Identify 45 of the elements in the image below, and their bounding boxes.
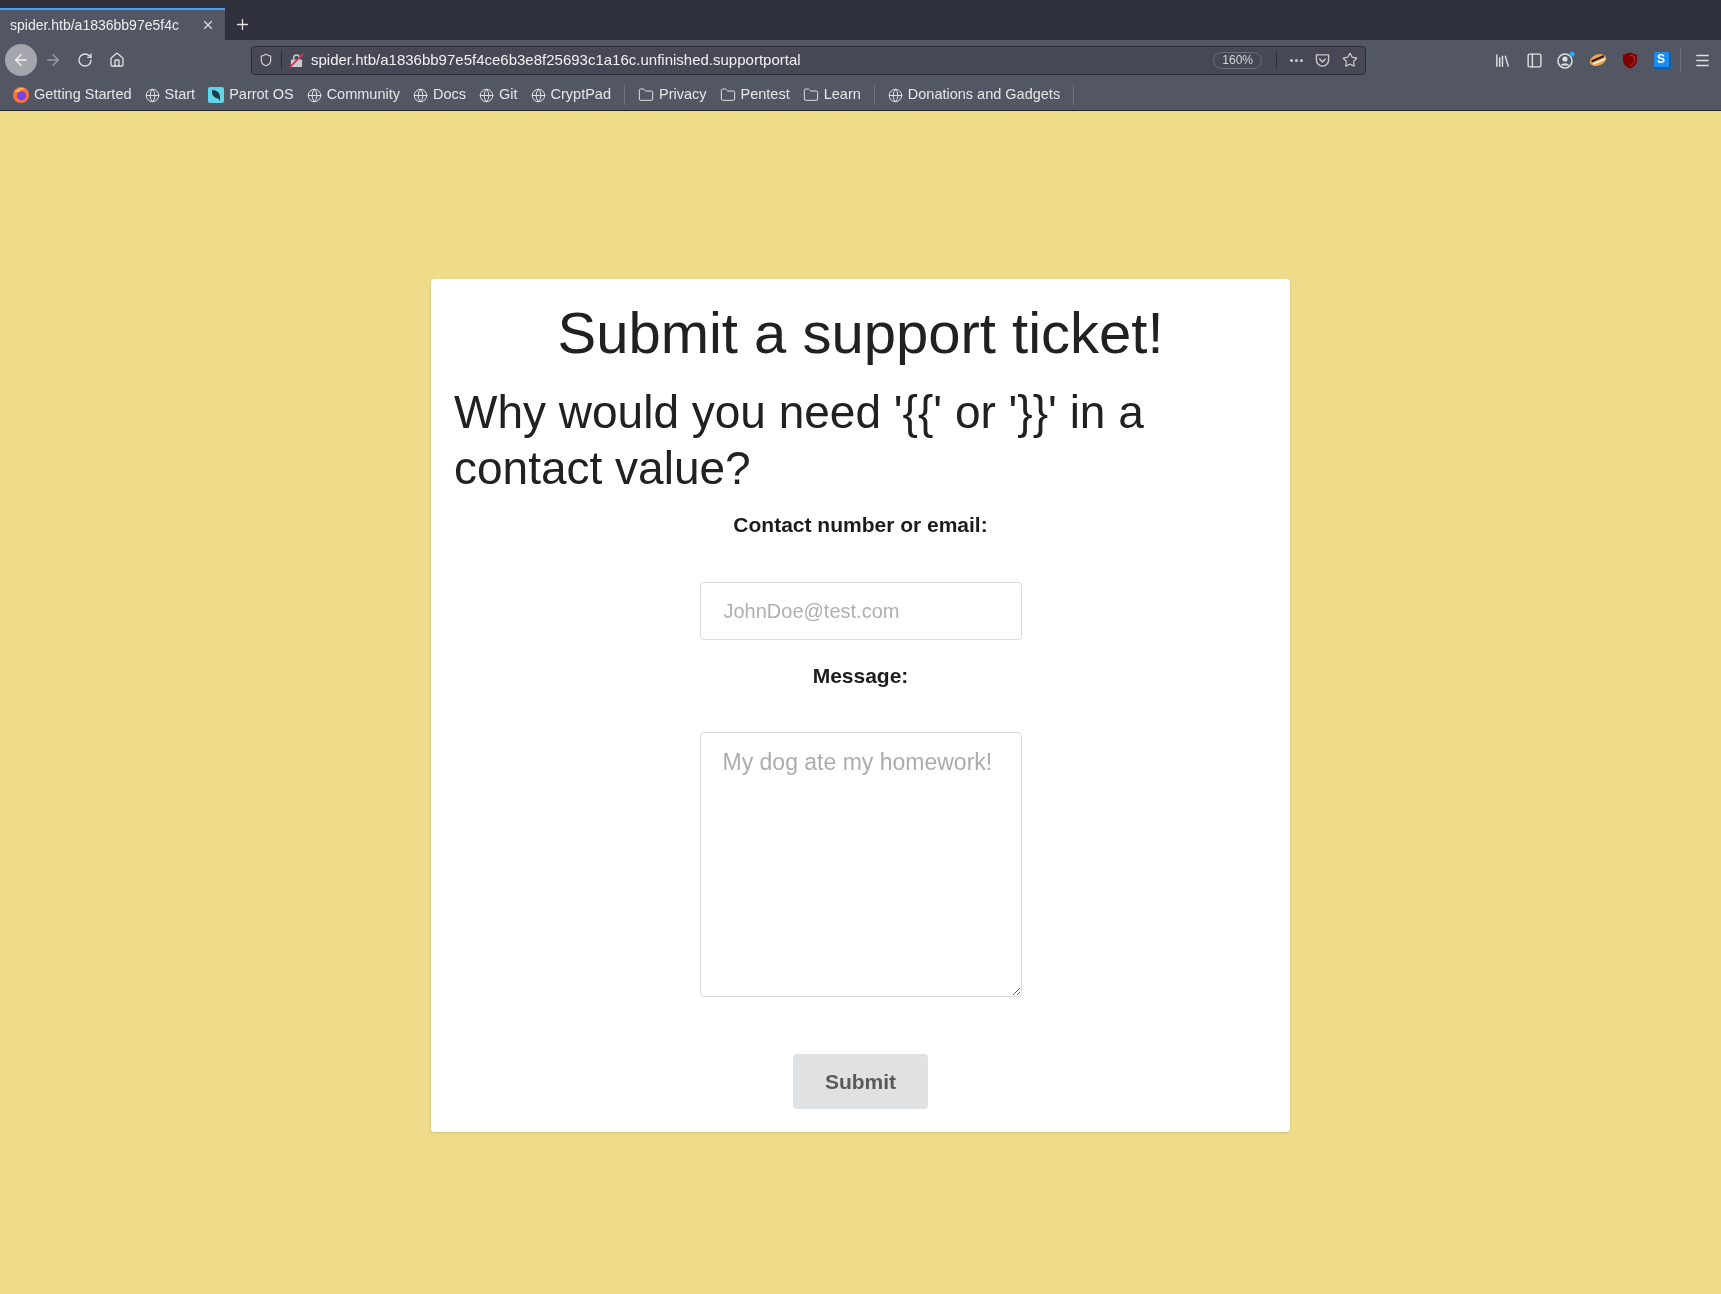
browser-tab[interactable]: spider.htb/a1836bb97e5f4c — [0, 8, 225, 40]
crossed-lock-icon[interactable] — [289, 52, 304, 68]
folder-icon — [719, 87, 736, 103]
extension-button[interactable]: S — [1653, 51, 1671, 69]
bookmark-item[interactable]: Pentest — [719, 84, 790, 106]
bookmark-item[interactable]: Git — [479, 84, 518, 106]
subtitle: Why would you need '{{' or '}}' in a contact value? — [454, 385, 1145, 496]
bookmark-item[interactable]: CryptPad — [530, 84, 611, 106]
user-icon[interactable] — [1557, 51, 1575, 69]
globe-icon — [479, 87, 494, 103]
reload-icon[interactable] — [77, 52, 93, 68]
bookmark-item[interactable]: Start — [144, 84, 196, 106]
bookmark-item[interactable]: Privacy — [638, 84, 707, 106]
leaf-icon — [208, 87, 225, 103]
submit-button[interactable]: Submit — [793, 1054, 928, 1109]
globe-icon — [412, 87, 428, 103]
star-icon[interactable] — [1342, 52, 1358, 68]
sidebar-icon[interactable] — [1525, 51, 1543, 69]
ring-logo-icon — [13, 87, 29, 103]
contact-input[interactable]: JohnDoe@test.com — [699, 582, 1022, 640]
bookmark-item[interactable]: Learn — [802, 84, 861, 106]
chevron-shield-icon[interactable] — [1315, 52, 1330, 68]
bookmark-item[interactable]: Parrot OS — [208, 84, 294, 106]
field-label: Message: — [812, 664, 909, 688]
globe-icon — [306, 87, 322, 103]
bookmark-item[interactable]: Community — [306, 84, 400, 106]
globe-icon — [144, 87, 160, 103]
back-button[interactable] — [5, 44, 37, 76]
address-bar[interactable]: spider.htb/a1836bb97e5f4ce6b3e8f25693c1a16c.unfinished.supportportal 160% — [251, 45, 1366, 75]
url-text: spider.htb/a1836bb97e5f4ce6b3e8f25693c1a16c.unfinished.supportportal — [311, 49, 801, 70]
globe-icon — [530, 87, 546, 103]
shield-icon[interactable] — [259, 53, 273, 67]
message-textarea[interactable]: My dog ate my homework! — [699, 732, 1022, 997]
close-icon[interactable] — [201, 18, 215, 32]
field-label: Contact number or email: — [733, 513, 988, 537]
globe-icon — [887, 87, 903, 103]
home-icon[interactable] — [109, 52, 125, 68]
bookmark-item[interactable]: Donations and Gadgets — [887, 84, 1061, 106]
striped-oval-icon[interactable] — [1589, 52, 1607, 68]
folder-icon — [638, 87, 654, 103]
library-icon[interactable] — [1493, 51, 1511, 69]
page-title: Submit a support ticket! — [557, 301, 1164, 365]
folder-icon — [802, 87, 819, 103]
bookmark-item[interactable]: Docs — [412, 84, 466, 106]
bookmark-item[interactable]: Getting Started — [13, 84, 132, 106]
